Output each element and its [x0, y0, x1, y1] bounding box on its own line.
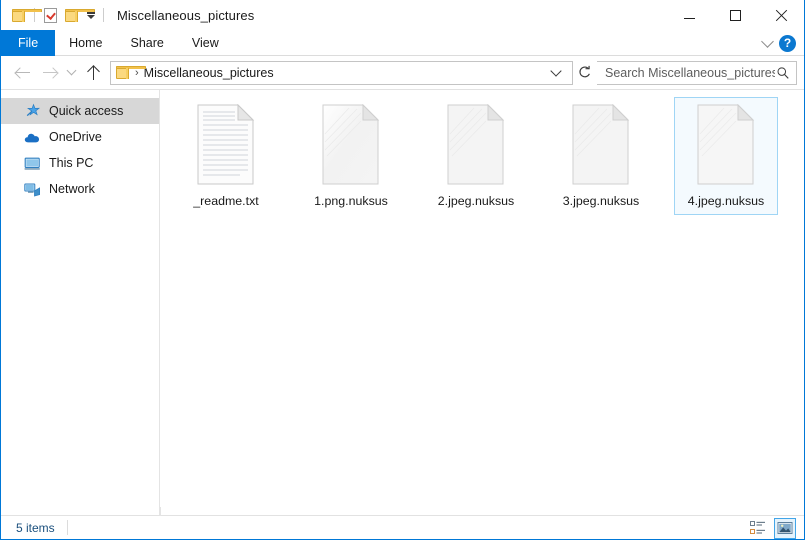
address-bar[interactable]: › Miscellaneous_pictures: [110, 60, 573, 85]
file-grid: _readme.txt 1.png.nuksus 2.jpeg.nuksus 3…: [174, 97, 804, 215]
explorer-body: Quick access OneDrive This PC Network _r…: [1, 89, 804, 515]
tab-view[interactable]: View: [178, 30, 233, 56]
search-icon[interactable]: [775, 65, 791, 81]
maximize-button[interactable]: [712, 0, 758, 30]
folder-properties-icon[interactable]: [8, 4, 42, 26]
forward-button[interactable]: [36, 60, 62, 86]
tab-home[interactable]: Home: [55, 30, 116, 56]
help-icon[interactable]: ?: [779, 34, 796, 52]
folder-glyph: [11, 8, 42, 22]
file-label: 2.jpeg.nuksus: [437, 194, 515, 208]
status-separator: [66, 520, 68, 535]
star-icon: [24, 103, 41, 120]
file-item-readme[interactable]: _readme.txt: [174, 97, 278, 215]
breadcrumb-path[interactable]: Miscellaneous_pictures: [144, 66, 546, 80]
breadcrumb-folder-icon: [116, 66, 146, 79]
text-file-icon: [190, 104, 262, 190]
file-item-3-jpeg-nuksus[interactable]: 3.jpeg.nuksus: [549, 97, 653, 215]
back-button[interactable]: [10, 60, 36, 86]
chevron-down-icon-recent: [66, 65, 76, 76]
window-controls: [666, 0, 804, 30]
properties-icon[interactable]: [39, 4, 61, 26]
item-count-label: 5 items: [16, 520, 55, 535]
file-item-2-jpeg-nuksus[interactable]: 2.jpeg.nuksus: [424, 97, 528, 215]
sidebar-item-quick-access[interactable]: Quick access: [1, 98, 159, 124]
arrow-left-icon: [15, 67, 31, 79]
file-item-4-jpeg-nuksus[interactable]: 4.jpeg.nuksus: [674, 97, 778, 215]
large-icons-view-icon: [777, 522, 793, 534]
monitor-icon: [24, 155, 41, 172]
status-bar: 5 items: [1, 507, 804, 540]
properties-glyph: [43, 7, 57, 23]
details-view-icon: [750, 521, 765, 534]
file-label: 1.png.nuksus: [314, 194, 388, 208]
network-icon: [24, 181, 41, 198]
refresh-button[interactable]: [573, 62, 595, 84]
file-list-pane[interactable]: _readme.txt 1.png.nuksus 2.jpeg.nuksus 3…: [160, 90, 804, 515]
tab-file[interactable]: File: [1, 30, 56, 56]
quick-access-toolbar: [1, 0, 108, 30]
sidebar-item-this-pc[interactable]: This PC: [1, 150, 159, 176]
cloud-icon: [24, 129, 41, 146]
tab-share[interactable]: Share: [117, 30, 178, 56]
address-dropdown-icon[interactable]: [550, 64, 562, 77]
ribbon-tab-bar: File Home Share View ?: [1, 30, 804, 56]
sidebar-item-label-this-pc: This PC: [49, 156, 94, 170]
file-label: 4.jpeg.nuksus: [687, 194, 765, 208]
generic-file-icon: [440, 104, 512, 190]
up-button[interactable]: [80, 60, 106, 86]
generic-file-icon: [315, 104, 387, 190]
address-toolbar: › Miscellaneous_pictures Search Miscella…: [1, 56, 804, 89]
sidebar-item-label-onedrive: OneDrive: [49, 130, 102, 144]
sidebar-item-network[interactable]: Network: [1, 176, 159, 202]
sidebar-item-label-network: Network: [49, 182, 95, 196]
search-box[interactable]: Search Miscellaneous_pictures: [597, 60, 797, 85]
view-mode-buttons: [747, 516, 796, 540]
search-input[interactable]: Search Miscellaneous_pictures: [605, 66, 775, 80]
sidebar-item-onedrive[interactable]: OneDrive: [1, 124, 159, 150]
window-title: Miscellaneous_pictures: [117, 7, 255, 23]
minimize-button[interactable]: [666, 0, 712, 30]
new-folder-icon[interactable]: [61, 4, 95, 26]
file-label: _readme.txt: [193, 194, 259, 208]
status-pane-divider: [160, 507, 161, 516]
title-bar: Miscellaneous_pictures: [1, 0, 804, 30]
arrow-up-icon: [87, 65, 100, 80]
folder-glyph-2: [64, 8, 95, 22]
close-button[interactable]: [758, 0, 804, 30]
arrow-right-icon: [42, 67, 57, 79]
customize-dropdown-icon[interactable]: [83, 4, 99, 26]
generic-file-icon: [690, 104, 762, 190]
details-view-button[interactable]: [747, 518, 769, 539]
generic-file-icon: [565, 104, 637, 190]
qat-separator-2: [103, 8, 104, 22]
file-explorer-window: Miscellaneous_pictures File Home Share V…: [0, 0, 805, 540]
refresh-icon: [578, 65, 590, 78]
recent-locations-button[interactable]: [62, 60, 80, 86]
chevron-down-icon[interactable]: [761, 34, 774, 48]
file-item-1-png-nuksus[interactable]: 1.png.nuksus: [299, 97, 403, 215]
large-icons-view-button[interactable]: [774, 517, 796, 539]
navigation-pane: Quick access OneDrive This PC Network: [1, 90, 160, 515]
file-label: 3.jpeg.nuksus: [562, 194, 640, 208]
ribbon-right-controls: ?: [761, 30, 800, 56]
sidebar-item-label-quick-access: Quick access: [49, 104, 124, 118]
